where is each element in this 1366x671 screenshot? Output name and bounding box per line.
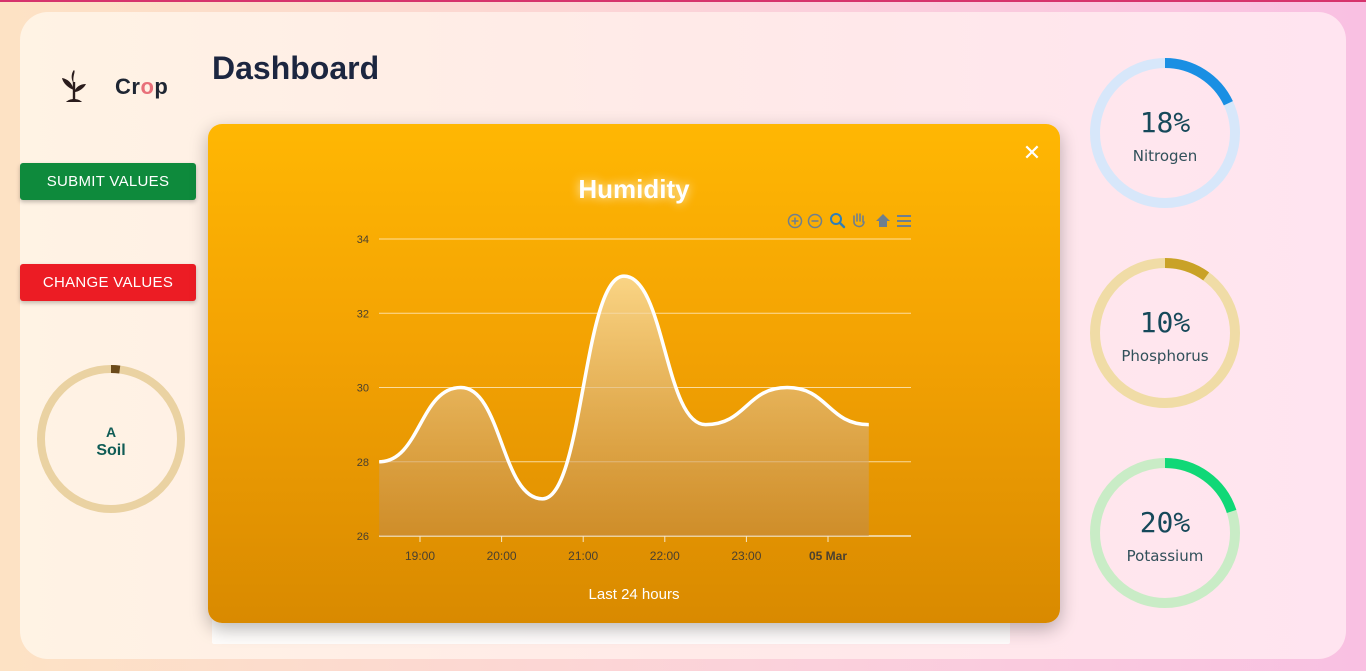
humidity-chart[interactable]: 26 28 30 32 34 19:00 20:00 21:00 22:00 23:00 05 Ma… xyxy=(208,124,1060,623)
nitrogen-gauge: 18% Nitrogen xyxy=(1090,58,1240,208)
x-tick-label: 22:00 xyxy=(650,549,680,563)
phosphorus-gauge: 10% Phosphorus xyxy=(1090,258,1240,408)
app-logo[interactable]: Crop xyxy=(60,70,168,104)
y-tick-label: 26 xyxy=(357,531,369,543)
x-tick-label: 21:00 xyxy=(568,549,598,563)
soil-grade: A xyxy=(105,424,117,440)
home-icon[interactable] xyxy=(876,214,890,227)
y-tick-label: 28 xyxy=(357,457,369,469)
humidity-chart-modal: ✕ Humidity 26 28 30 32 34 19:00 20:00 21:00 22:0… xyxy=(208,124,1060,623)
y-tick-label: 32 xyxy=(357,308,369,320)
x-tick-label: 19:00 xyxy=(405,549,435,563)
change-values-button[interactable]: CHANGE VALUES xyxy=(20,264,196,301)
humidity-area xyxy=(379,276,869,536)
menu-icon[interactable] xyxy=(897,215,911,227)
submit-values-button[interactable]: SUBMIT VALUES xyxy=(20,163,196,200)
nitrogen-value: 18% xyxy=(1139,106,1191,139)
y-tick-label: 34 xyxy=(357,234,369,246)
magnify-icon[interactable] xyxy=(830,213,846,229)
potassium-label: Potassium xyxy=(1126,547,1204,565)
pan-hand-icon[interactable] xyxy=(853,213,865,228)
x-tick-label: 05 Mar xyxy=(809,549,847,563)
x-tick-label: 20:00 xyxy=(487,549,517,563)
y-tick-label: 30 xyxy=(357,383,369,395)
potassium-gauge: 20% Potassium xyxy=(1090,458,1240,608)
phosphorus-label: Phosphorus xyxy=(1121,347,1209,365)
phosphorus-value: 10% xyxy=(1139,306,1191,339)
soil-status: A Soil xyxy=(36,424,186,460)
soil-label: Soil xyxy=(96,442,126,459)
app-name: Crop xyxy=(115,74,169,99)
x-tick-label: 23:00 xyxy=(731,549,761,563)
chart-footer: Last 24 hours xyxy=(588,586,680,603)
top-accent-line xyxy=(0,0,1366,2)
potassium-value: 20% xyxy=(1139,506,1191,539)
plant-sprout-icon xyxy=(62,70,86,102)
zoom-out-icon[interactable] xyxy=(807,213,823,229)
nitrogen-label: Nitrogen xyxy=(1132,147,1198,165)
page-title: Dashboard xyxy=(212,50,380,86)
zoom-in-icon[interactable] xyxy=(787,213,803,229)
chart-toolbar xyxy=(787,213,911,229)
